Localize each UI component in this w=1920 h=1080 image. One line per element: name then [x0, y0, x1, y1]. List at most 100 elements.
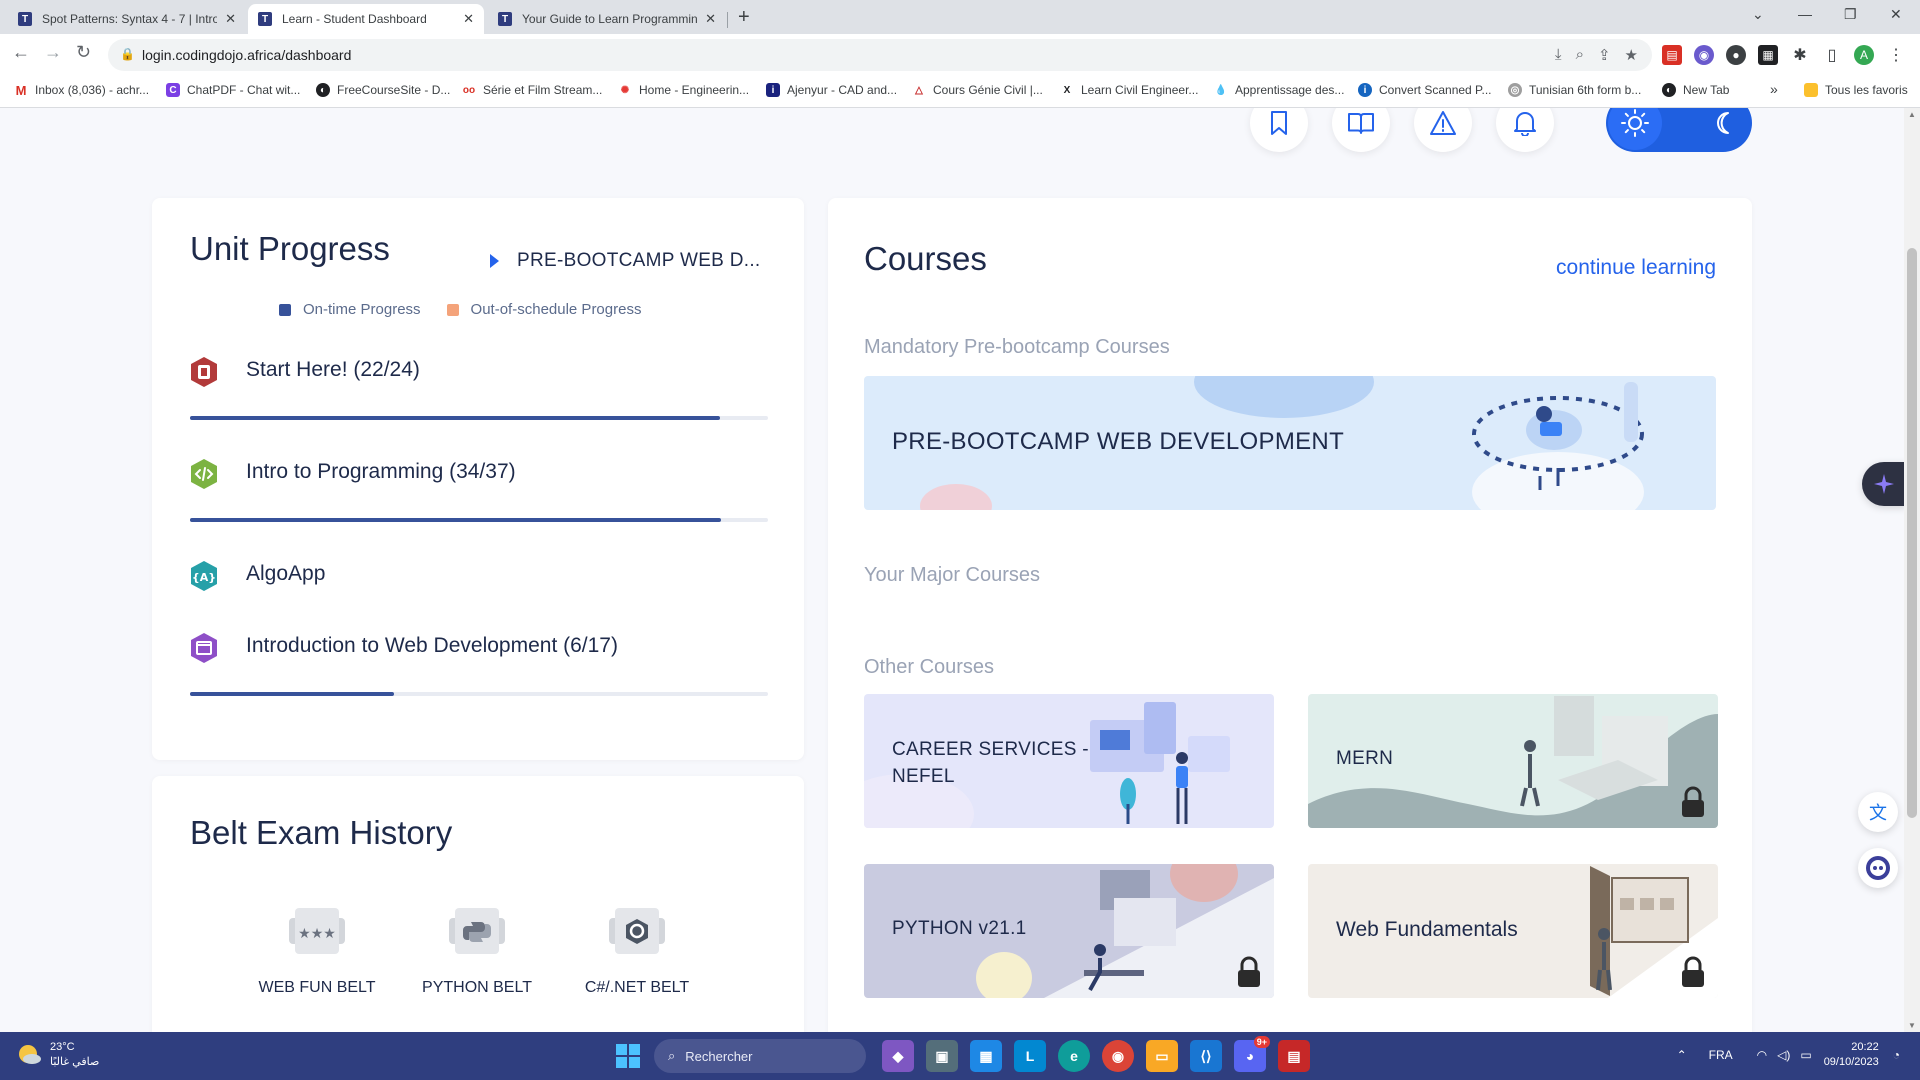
chat-bot-button[interactable]	[1858, 848, 1898, 888]
taskbar-apps: ◆ ▣ ▦ L e ◉ ▭ ⟨⟩ ◕ 9+ ▤	[882, 1036, 1310, 1072]
url-text[interactable]: login.codingdojo.africa/dashboard	[142, 47, 351, 63]
notifications-button[interactable]	[1496, 108, 1554, 152]
browser-tab-active[interactable]: T Learn - Student Dashboard ✕	[248, 4, 484, 34]
scroll-up-icon[interactable]: ▲	[1908, 110, 1916, 119]
lock-icon[interactable]: 🔒	[120, 47, 135, 61]
course-tile-web-fundamentals[interactable]: Web Fundamentals	[1308, 864, 1718, 998]
browser-tab[interactable]: T Your Guide to Learn Programmin ✕	[488, 4, 726, 34]
course-tile-python[interactable]: PYTHON v21.1	[864, 864, 1274, 998]
code-icon	[191, 459, 217, 489]
notification-badge: 9+	[1253, 1036, 1270, 1048]
scrollbar-thumb[interactable]	[1907, 248, 1917, 818]
close-window-icon[interactable]: ✕	[1890, 6, 1902, 23]
ai-assistant-button[interactable]	[1862, 462, 1906, 506]
address-bar[interactable]: 🔒 login.codingdojo.africa/dashboard ⤓ ⌕ …	[108, 39, 1652, 71]
task-view-icon[interactable]: ▣	[926, 1040, 958, 1072]
taskbar-search[interactable]: ⌕ Rechercher	[654, 1039, 866, 1073]
install-app-icon[interactable]: ⤓	[1555, 46, 1562, 64]
codingdojo-favicon-icon: T	[498, 12, 512, 26]
bookmark-item[interactable]: X Learn Civil Engineer...	[1060, 83, 1198, 97]
bookmark-item[interactable]: ◐ FreeCourseSite - D...	[316, 83, 450, 97]
dark-mode-button[interactable]	[1708, 108, 1738, 138]
discord-icon[interactable]: ◕ 9+	[1234, 1036, 1270, 1072]
profile-avatar[interactable]: A	[1854, 45, 1874, 65]
page-scrollbar[interactable]: ▲ ▼	[1904, 108, 1920, 1032]
puzzle-extensions-icon[interactable]: ✱	[1790, 45, 1810, 65]
bookmark-item[interactable]: i Convert Scanned P...	[1358, 83, 1492, 97]
pdf-extension-icon[interactable]: ▤	[1662, 45, 1682, 65]
chatpdf-icon: C	[166, 83, 180, 97]
course-title: PYTHON v21.1	[892, 918, 1027, 939]
extension-icon[interactable]: ●	[1726, 45, 1746, 65]
kebab-menu-icon[interactable]: ⋮	[1886, 45, 1906, 65]
more-bookmarks-icon[interactable]: »	[1770, 81, 1778, 97]
back-arrow-icon[interactable]: ←	[12, 42, 30, 63]
l-app-icon[interactable]: L	[1014, 1040, 1046, 1072]
course-tile-career-services[interactable]: CAREER SERVICES - NEFEL	[864, 694, 1274, 828]
forward-arrow-icon[interactable]: →	[44, 42, 62, 63]
belt-item[interactable]: PYTHON BELT	[402, 904, 552, 999]
bookmark-nav-button[interactable]	[1250, 108, 1308, 152]
bookmark-item[interactable]: △ Cours Génie Civil |...	[912, 83, 1043, 97]
light-mode-button[interactable]	[1608, 108, 1662, 150]
translate-button[interactable]: 文	[1858, 792, 1898, 832]
belt-item[interactable]: C#/.NET BELT	[562, 904, 712, 999]
svg-text:{A}: {A}	[192, 571, 216, 584]
zoom-icon[interactable]: ⌕	[1576, 46, 1584, 64]
tab-search-chevron-icon[interactable]: ⌄	[1752, 6, 1764, 23]
reload-icon[interactable]: ↻	[76, 42, 91, 63]
belt-item[interactable]: ★★★ WEB FUN BELT	[242, 904, 392, 999]
course-tile-mern[interactable]: MERN	[1308, 694, 1718, 828]
bookmark-star-icon[interactable]: ★	[1625, 46, 1638, 64]
codingdojo-favicon-icon: T	[18, 12, 32, 26]
volume-icon[interactable]: ◁)	[1777, 1048, 1790, 1062]
chrome-icon[interactable]: ◉	[1102, 1040, 1134, 1072]
grid-extension-icon[interactable]: ▦	[1758, 45, 1778, 65]
file-explorer-icon[interactable]: ▭	[1146, 1040, 1178, 1072]
course-tile-pre-bootcamp[interactable]: PRE-BOOTCAMP WEB DEVELOPMENT	[864, 376, 1716, 510]
bookmark-item[interactable]: oo Série et Film Stream...	[462, 83, 602, 97]
bookmark-item[interactable]: ◎ Tunisian 6th form b...	[1508, 83, 1641, 97]
input-language[interactable]: FRA	[1709, 1048, 1733, 1062]
browser-tab[interactable]: T Spot Patterns: Syntax 4 - 7 | Intro ✕	[8, 4, 246, 34]
close-tab-icon[interactable]: ✕	[463, 11, 474, 27]
bookmark-item[interactable]: i Ajenyur - CAD and...	[766, 83, 897, 97]
clock[interactable]: 20:22 09/10/2023	[1824, 1040, 1879, 1070]
course-title: CAREER SERVICES - NEFEL	[892, 739, 1089, 787]
windows-start-icon[interactable]	[616, 1044, 640, 1068]
lock-icon	[1682, 786, 1704, 817]
share-icon[interactable]: ⇪	[1598, 46, 1611, 64]
close-tab-icon[interactable]: ✕	[705, 11, 716, 27]
bookmark-item[interactable]: ◐ New Tab	[1662, 83, 1729, 97]
edge-icon[interactable]: e	[1058, 1040, 1090, 1072]
wifi-icon[interactable]: ◠	[1757, 1048, 1767, 1062]
alert-nav-button[interactable]	[1414, 108, 1472, 152]
battery-icon[interactable]: ▭	[1800, 1048, 1811, 1062]
weather-widget[interactable]: 23°C صافي غالبًا	[16, 1040, 99, 1070]
bookmark-item[interactable]: C ChatPDF - Chat wit...	[166, 83, 300, 97]
book-nav-button[interactable]	[1332, 108, 1390, 152]
close-tab-icon[interactable]: ✕	[225, 11, 236, 27]
restore-icon[interactable]: ❐	[1844, 6, 1857, 23]
vscode-icon[interactable]: ⟨⟩	[1190, 1040, 1222, 1072]
bookmark-item[interactable]: M Inbox (8,036) - achr...	[14, 83, 149, 98]
unit-selector[interactable]: PRE-BOOTCAMP WEB D...	[490, 250, 760, 272]
side-panel-icon[interactable]: ▯	[1822, 45, 1842, 65]
continue-learning-link[interactable]: continue learning	[1556, 256, 1716, 280]
bookmark-item[interactable]: ✺ Home - Engineerin...	[618, 83, 749, 97]
start-here-icon	[191, 357, 217, 387]
unit-label: Intro to Programming (34/37)	[246, 460, 516, 483]
warning-icon	[1430, 111, 1456, 135]
other-bookmarks[interactable]: Tous les favoris	[1804, 83, 1908, 97]
extension-icon[interactable]: ◉	[1694, 45, 1714, 65]
copilot-icon[interactable]: ◆	[882, 1040, 914, 1072]
tray-chevron-icon[interactable]: ⌃	[1677, 1048, 1687, 1062]
notification-bell-icon[interactable]: ◔	[1893, 1048, 1900, 1062]
winrar-icon[interactable]: ▤	[1278, 1040, 1310, 1072]
theme-toggle[interactable]	[1606, 108, 1752, 152]
scroll-down-icon[interactable]: ▼	[1908, 1021, 1916, 1030]
minimize-icon[interactable]: —	[1798, 6, 1812, 22]
new-tab-plus-icon[interactable]: +	[738, 6, 750, 29]
store-icon[interactable]: ▦	[970, 1040, 1002, 1072]
bookmark-item[interactable]: 💧 Apprentissage des...	[1214, 83, 1344, 97]
